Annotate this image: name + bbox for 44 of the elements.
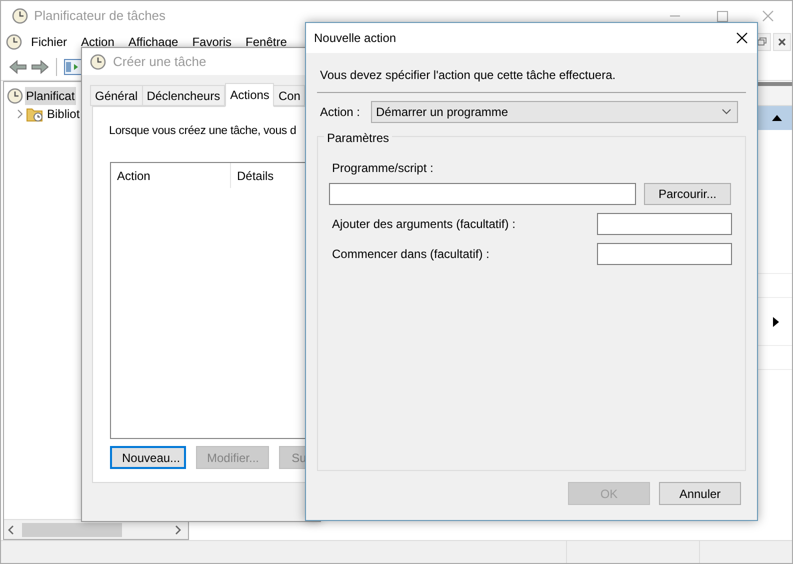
menu-item[interactable]: Action bbox=[81, 33, 114, 51]
instruction-text: Vous devez spécifier l'action que cette tâche effectuera. bbox=[320, 67, 617, 84]
submenu-arrow-icon[interactable] bbox=[773, 316, 779, 326]
expand-chevron-icon[interactable] bbox=[15, 109, 25, 119]
folder-clock-icon bbox=[26, 106, 44, 122]
description-text: Lorsque vous créez une tâche, vous d bbox=[109, 124, 296, 139]
text-input[interactable] bbox=[597, 213, 732, 235]
menu-item[interactable]: Fichier bbox=[31, 33, 68, 51]
maximize-icon[interactable] bbox=[717, 10, 728, 22]
menu-item[interactable]: Affichage bbox=[128, 33, 178, 51]
tab[interactable]: Déclencheurs bbox=[142, 85, 226, 106]
clock-icon bbox=[90, 54, 106, 70]
back-arrow-icon[interactable] bbox=[9, 60, 27, 74]
button[interactable]: Annuler bbox=[659, 482, 741, 505]
field-label: Ajouter des arguments (facultatif) : bbox=[332, 216, 516, 233]
button[interactable]: Nouveau... bbox=[110, 446, 186, 470]
clock-icon bbox=[6, 34, 22, 50]
menu-item[interactable]: Favoris bbox=[192, 33, 232, 51]
panel-icon[interactable] bbox=[64, 58, 82, 74]
program-input[interactable] bbox=[329, 183, 636, 205]
chevron-down-icon bbox=[722, 109, 731, 115]
tab[interactable]: Con bbox=[273, 85, 306, 106]
browse-button[interactable]: Parcourir... bbox=[644, 183, 731, 205]
dialog-title: Créer une tâche bbox=[113, 52, 206, 71]
menu-item[interactable]: Fenêtre bbox=[246, 33, 287, 51]
dialog-title: Nouvelle action bbox=[314, 30, 396, 47]
field-label: Commencer dans (facultatif) : bbox=[332, 246, 490, 263]
column-header[interactable]: Action bbox=[111, 163, 231, 188]
clock-icon bbox=[7, 88, 23, 104]
tree-item[interactable]: Bibliot bbox=[46, 105, 81, 123]
field-label: Action : bbox=[320, 104, 362, 121]
collapse-triangle-icon[interactable] bbox=[772, 115, 782, 121]
tree-item[interactable]: Planificat bbox=[25, 87, 76, 105]
horizontal-scrollbar[interactable] bbox=[4, 519, 188, 539]
tab[interactable]: Général bbox=[90, 85, 143, 106]
forward-arrow-icon[interactable] bbox=[31, 60, 49, 74]
field-label: Programme/script : bbox=[332, 160, 434, 177]
section-header[interactable] bbox=[756, 106, 792, 130]
clock-icon bbox=[12, 8, 28, 24]
window-title: Planificateur de tâches bbox=[34, 7, 166, 26]
text-input[interactable] bbox=[597, 243, 732, 265]
tab[interactable]: Actions bbox=[225, 83, 274, 107]
action-dropdown[interactable]: Démarrer un programme bbox=[371, 101, 738, 123]
close-icon[interactable] bbox=[736, 32, 748, 44]
